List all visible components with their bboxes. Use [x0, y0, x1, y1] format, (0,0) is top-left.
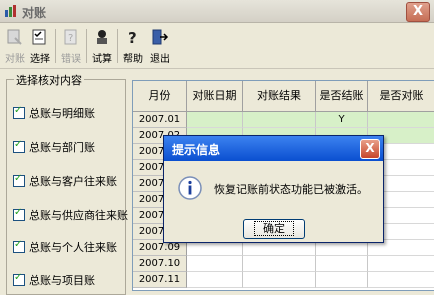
window-close-button[interactable]: X — [406, 2, 430, 22]
help-button[interactable]: ? 帮助 — [121, 28, 145, 65]
column-header-closed[interactable]: 是否结账 — [316, 81, 368, 112]
window-title: 对账 — [22, 6, 47, 20]
checkbox-box[interactable] — [13, 272, 25, 286]
table-cell[interactable]: Y — [316, 112, 368, 128]
table-cell[interactable] — [316, 256, 368, 272]
checkbox-label: 总账与明细账 — [29, 107, 95, 120]
select-button[interactable]: 选择 — [28, 28, 52, 65]
exit-label: 退出 — [150, 54, 170, 65]
ok-button-label: 确定 — [254, 221, 294, 236]
error-button[interactable]: ? 错误 — [59, 28, 83, 65]
column-header-date[interactable]: 对账日期 — [187, 81, 243, 112]
checkbox-ledger-supplier[interactable]: 总账与供应商往来账 — [13, 207, 128, 223]
checkbox-label: 总账与客户往来账 — [29, 175, 117, 188]
table-cell[interactable] — [316, 272, 368, 288]
toolbar-separator — [55, 29, 56, 63]
table-cell[interactable] — [187, 256, 243, 272]
info-icon — [178, 176, 202, 200]
checkbox-box[interactable] — [13, 173, 25, 187]
table-cell[interactable] — [368, 256, 434, 272]
svg-text:?: ? — [68, 33, 73, 44]
row-header-month[interactable]: 2007.10 — [133, 256, 187, 272]
dialog-message: 恢复记账前状态功能已被激活。 — [214, 183, 368, 196]
table-cell[interactable] — [243, 272, 316, 288]
help-label: 帮助 — [123, 54, 143, 65]
toolbar-separator — [86, 29, 87, 63]
dialog-close-button[interactable]: X — [360, 139, 380, 159]
svg-text:?: ? — [128, 29, 137, 45]
table-cell[interactable] — [187, 112, 243, 128]
checkbox-ledger-personal[interactable]: 总账与个人往来账 — [13, 239, 117, 255]
reconcile-button[interactable]: 对账 — [3, 28, 27, 65]
table-cell[interactable] — [243, 112, 316, 128]
checkbox-ledger-department[interactable]: 总账与部门账 — [13, 139, 95, 155]
calc-button[interactable]: 试算 — [90, 28, 114, 65]
error-icon: ? — [64, 29, 77, 45]
table-cell[interactable] — [368, 112, 434, 128]
checkbox-ledger-customer[interactable]: 总账与客户往来账 — [13, 173, 117, 189]
calc-label: 试算 — [92, 54, 112, 65]
check-options-panel: 选择核对内容 总账与明细账 总账与部门账 总账与客户往来账 总账与供应商往来账 … — [6, 72, 128, 295]
toolbar: 对账 选择 ? 错误 试算 ? 帮助 退出 — [0, 23, 434, 69]
table-cell[interactable] — [243, 256, 316, 272]
ok-button[interactable]: 确定 — [243, 219, 305, 239]
checkbox-box[interactable] — [13, 239, 25, 253]
checkbox-label: 总账与个人往来账 — [29, 241, 117, 254]
app-icon — [5, 5, 16, 17]
table-cell[interactable] — [368, 272, 434, 288]
checkbox-label: 总账与供应商往来账 — [29, 209, 128, 222]
check-options-group-label: 选择核对内容 — [14, 72, 84, 88]
column-header-result[interactable]: 对账结果 — [243, 81, 316, 112]
dialog-titlebar: 提示信息 X — [164, 136, 383, 161]
info-dialog: 提示信息 X 恢复记账前状态功能已被激活。 确定 — [163, 135, 384, 243]
dialog-title: 提示信息 — [172, 143, 221, 157]
reconcile-label: 对账 — [5, 54, 25, 65]
window-titlebar: 对账 X — [0, 0, 434, 23]
toolbar-separator — [117, 29, 118, 63]
row-header-month[interactable]: 2007.01 — [133, 112, 187, 128]
reconcile-icon — [7, 29, 22, 45]
checkbox-label: 总账与部门账 — [29, 141, 95, 154]
checkbox-box[interactable] — [13, 105, 25, 119]
select-label: 选择 — [30, 54, 50, 65]
checkbox-ledger-detail[interactable]: 总账与明细账 — [13, 105, 95, 121]
exit-icon — [152, 29, 169, 45]
column-header-reconciled[interactable]: 是否对账 — [368, 81, 434, 112]
select-icon — [32, 29, 46, 45]
column-header-month[interactable]: 月份 — [133, 81, 187, 112]
row-header-month[interactable]: 2007.11 — [133, 272, 187, 288]
exit-button[interactable]: 退出 — [148, 28, 172, 65]
error-label: 错误 — [61, 54, 81, 65]
checkbox-box[interactable] — [13, 139, 25, 153]
checkbox-box[interactable] — [13, 207, 25, 221]
calc-icon — [97, 30, 107, 44]
table-cell[interactable] — [187, 272, 243, 288]
checkbox-label: 总账与项目账 — [29, 274, 95, 287]
help-icon: ? — [128, 29, 137, 47]
checkbox-ledger-project[interactable]: 总账与项目账 — [13, 272, 95, 288]
